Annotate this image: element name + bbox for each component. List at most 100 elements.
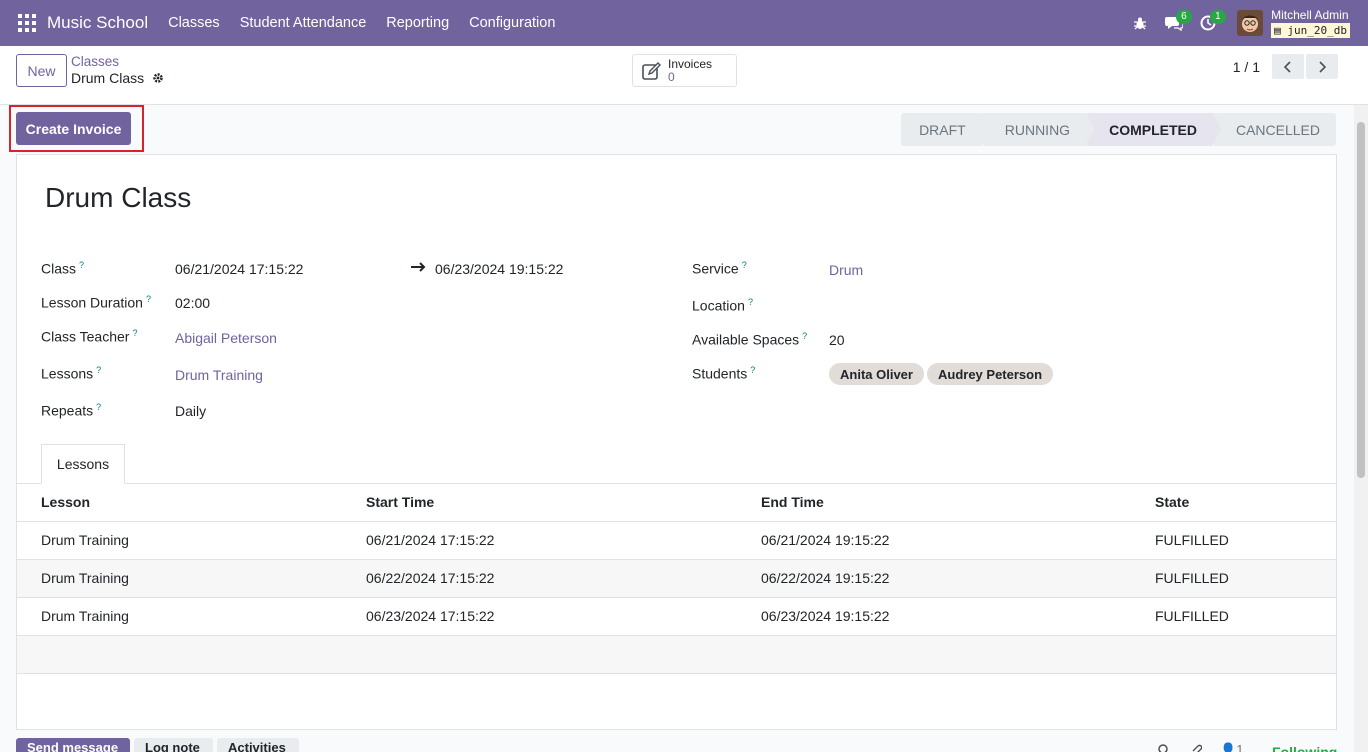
create-invoice-button[interactable]: Create Invoice [16, 112, 131, 145]
help-icon[interactable]: ? [802, 331, 807, 341]
new-button[interactable]: New [16, 54, 67, 87]
help-icon[interactable]: ? [132, 328, 137, 338]
user-avatar[interactable] [1237, 10, 1264, 36]
search-icon[interactable] [1158, 744, 1170, 752]
pager-next-button[interactable] [1306, 54, 1338, 79]
user-menu[interactable]: Mitchell Admin ▤ jun_20_db [1271, 8, 1350, 38]
stage-running[interactable]: RUNNING [982, 113, 1095, 146]
stage-cancelled[interactable]: CANCELLED [1213, 113, 1336, 146]
class-end-field[interactable]: 06/23/2024 19:15:22 [435, 261, 563, 277]
invoices-stat-label: Invoices [668, 56, 713, 71]
available-spaces-field[interactable]: 20 [829, 332, 845, 348]
student-tag[interactable]: Audrey Peterson [927, 363, 1054, 385]
stage-draft[interactable]: DRAFT [901, 113, 990, 146]
send-message-button[interactable]: Send message [16, 738, 130, 752]
gear-icon[interactable] [152, 72, 164, 84]
table-row[interactable]: Drum Training 06/21/2024 17:15:22 06/21/… [17, 521, 1336, 560]
breadcrumb: Classes Drum Class [71, 54, 164, 86]
log-note-button[interactable]: Log note [134, 738, 213, 752]
tab-lessons[interactable]: Lessons [41, 444, 125, 484]
status-stages: DRAFT RUNNING COMPLETED CANCELLED [900, 113, 1336, 146]
class-teacher-field[interactable]: Abigail Peterson [175, 330, 277, 346]
app-menu-icon[interactable] [18, 14, 36, 32]
help-icon[interactable]: ? [79, 260, 84, 270]
top-navbar: Music School Classes Student Attendance … [0, 0, 1368, 46]
vertical-scrollbar[interactable] [1354, 105, 1368, 752]
breadcrumb-current: Drum Class [71, 70, 145, 86]
paperclip-icon[interactable] [1190, 743, 1202, 752]
column-header-end-time[interactable]: End Time [737, 484, 1131, 522]
column-header-state[interactable]: State [1131, 484, 1336, 522]
chevron-right-icon [1319, 60, 1326, 73]
label-lessons: Lessons? [41, 365, 102, 382]
messages-icon[interactable]: 6 [1160, 0, 1192, 46]
cell-end-time: 06/22/2024 19:15:22 [737, 559, 1131, 598]
activities-button[interactable]: Activities [217, 738, 299, 752]
student-tag[interactable]: Anita Oliver [829, 363, 924, 385]
cell-lesson: Drum Training [17, 559, 342, 598]
label-available-spaces: Available Spaces? [692, 331, 808, 348]
user-icon: 👤 [1220, 742, 1237, 752]
label-class-teacher: Class Teacher? [41, 328, 138, 345]
table-row[interactable]: Drum Training 06/22/2024 17:15:22 06/22/… [17, 559, 1336, 598]
column-header-start-time[interactable]: Start Time [342, 484, 737, 522]
lessons-field[interactable]: Drum Training [175, 367, 263, 383]
help-icon[interactable]: ? [96, 402, 101, 412]
cell-end-time: 06/21/2024 19:15:22 [737, 521, 1131, 560]
messages-count-badge: 6 [1176, 10, 1192, 24]
class-start-field[interactable]: 06/21/2024 17:15:22 [175, 261, 303, 277]
help-icon[interactable]: ? [96, 365, 101, 375]
pager-value[interactable]: 1 / 1 [1233, 59, 1260, 75]
followers-count[interactable]: 👤1 [1220, 742, 1243, 752]
form-sheet: Drum Class Class? 06/21/2024 17:15:22 06… [16, 154, 1337, 730]
help-icon[interactable]: ? [742, 260, 747, 270]
label-service: Service? [692, 260, 747, 277]
brand-name[interactable]: Music School [47, 13, 148, 33]
stage-completed[interactable]: COMPLETED [1087, 113, 1221, 146]
cell-end-time: 06/23/2024 19:15:22 [737, 597, 1131, 636]
column-header-lesson[interactable]: Lesson [17, 484, 342, 522]
database-name: ▤ jun_20_db [1271, 22, 1350, 38]
menu-item-student-attendance[interactable]: Student Attendance [240, 15, 367, 31]
chevron-left-icon [1284, 60, 1291, 73]
label-lesson-duration: Lesson Duration? [41, 294, 151, 311]
scrollbar-thumb[interactable] [1357, 122, 1365, 478]
pager-previous-button[interactable] [1272, 54, 1304, 79]
activities-clock-icon[interactable]: 1 [1194, 0, 1226, 46]
record-title[interactable]: Drum Class [45, 182, 191, 214]
cell-start-time: 06/21/2024 17:15:22 [342, 521, 737, 560]
chatter-bar: Send message Log note Activities 👤1 Foll… [0, 738, 1368, 752]
cell-lesson: Drum Training [17, 521, 342, 560]
arrow-right-icon [411, 262, 426, 272]
debug-bug-icon[interactable] [1126, 0, 1154, 46]
label-repeats: Repeats? [41, 402, 102, 419]
pager: 1 / 1 [1233, 54, 1338, 79]
help-icon[interactable]: ? [750, 365, 755, 375]
invoices-stat-button[interactable]: Invoices 0 [632, 54, 737, 87]
cell-state: FULFILLED [1131, 521, 1336, 560]
cell-state: FULFILLED [1131, 559, 1336, 598]
label-location: Location? [692, 297, 753, 314]
menu-item-reporting[interactable]: Reporting [386, 15, 449, 31]
cell-start-time: 06/23/2024 17:15:22 [342, 597, 737, 636]
database-icon: ▤ [1274, 23, 1288, 37]
empty-table-row [17, 635, 1336, 674]
breadcrumb-classes[interactable]: Classes [71, 54, 164, 70]
form-statusbar: Create Invoice DRAFT RUNNING COMPLETED C… [0, 105, 1354, 153]
lesson-duration-field[interactable]: 02:00 [175, 295, 210, 311]
service-field[interactable]: Drum [829, 262, 863, 278]
following-button[interactable]: Following [1272, 744, 1337, 752]
lessons-table: Lesson Start Time End Time State Drum Tr… [17, 484, 1336, 674]
repeats-field[interactable]: Daily [175, 403, 206, 419]
table-row[interactable]: Drum Training 06/23/2024 17:15:22 06/23/… [17, 597, 1336, 636]
cell-lesson: Drum Training [17, 597, 342, 636]
help-icon[interactable]: ? [748, 297, 753, 307]
cell-state: FULFILLED [1131, 597, 1336, 636]
label-class: Class? [41, 260, 85, 277]
table-header-row: Lesson Start Time End Time State [17, 484, 1336, 522]
help-icon[interactable]: ? [146, 294, 151, 304]
menu-item-classes[interactable]: Classes [168, 15, 220, 31]
menu-item-configuration[interactable]: Configuration [469, 15, 555, 31]
cell-start-time: 06/22/2024 17:15:22 [342, 559, 737, 598]
label-students: Students? [692, 365, 756, 382]
